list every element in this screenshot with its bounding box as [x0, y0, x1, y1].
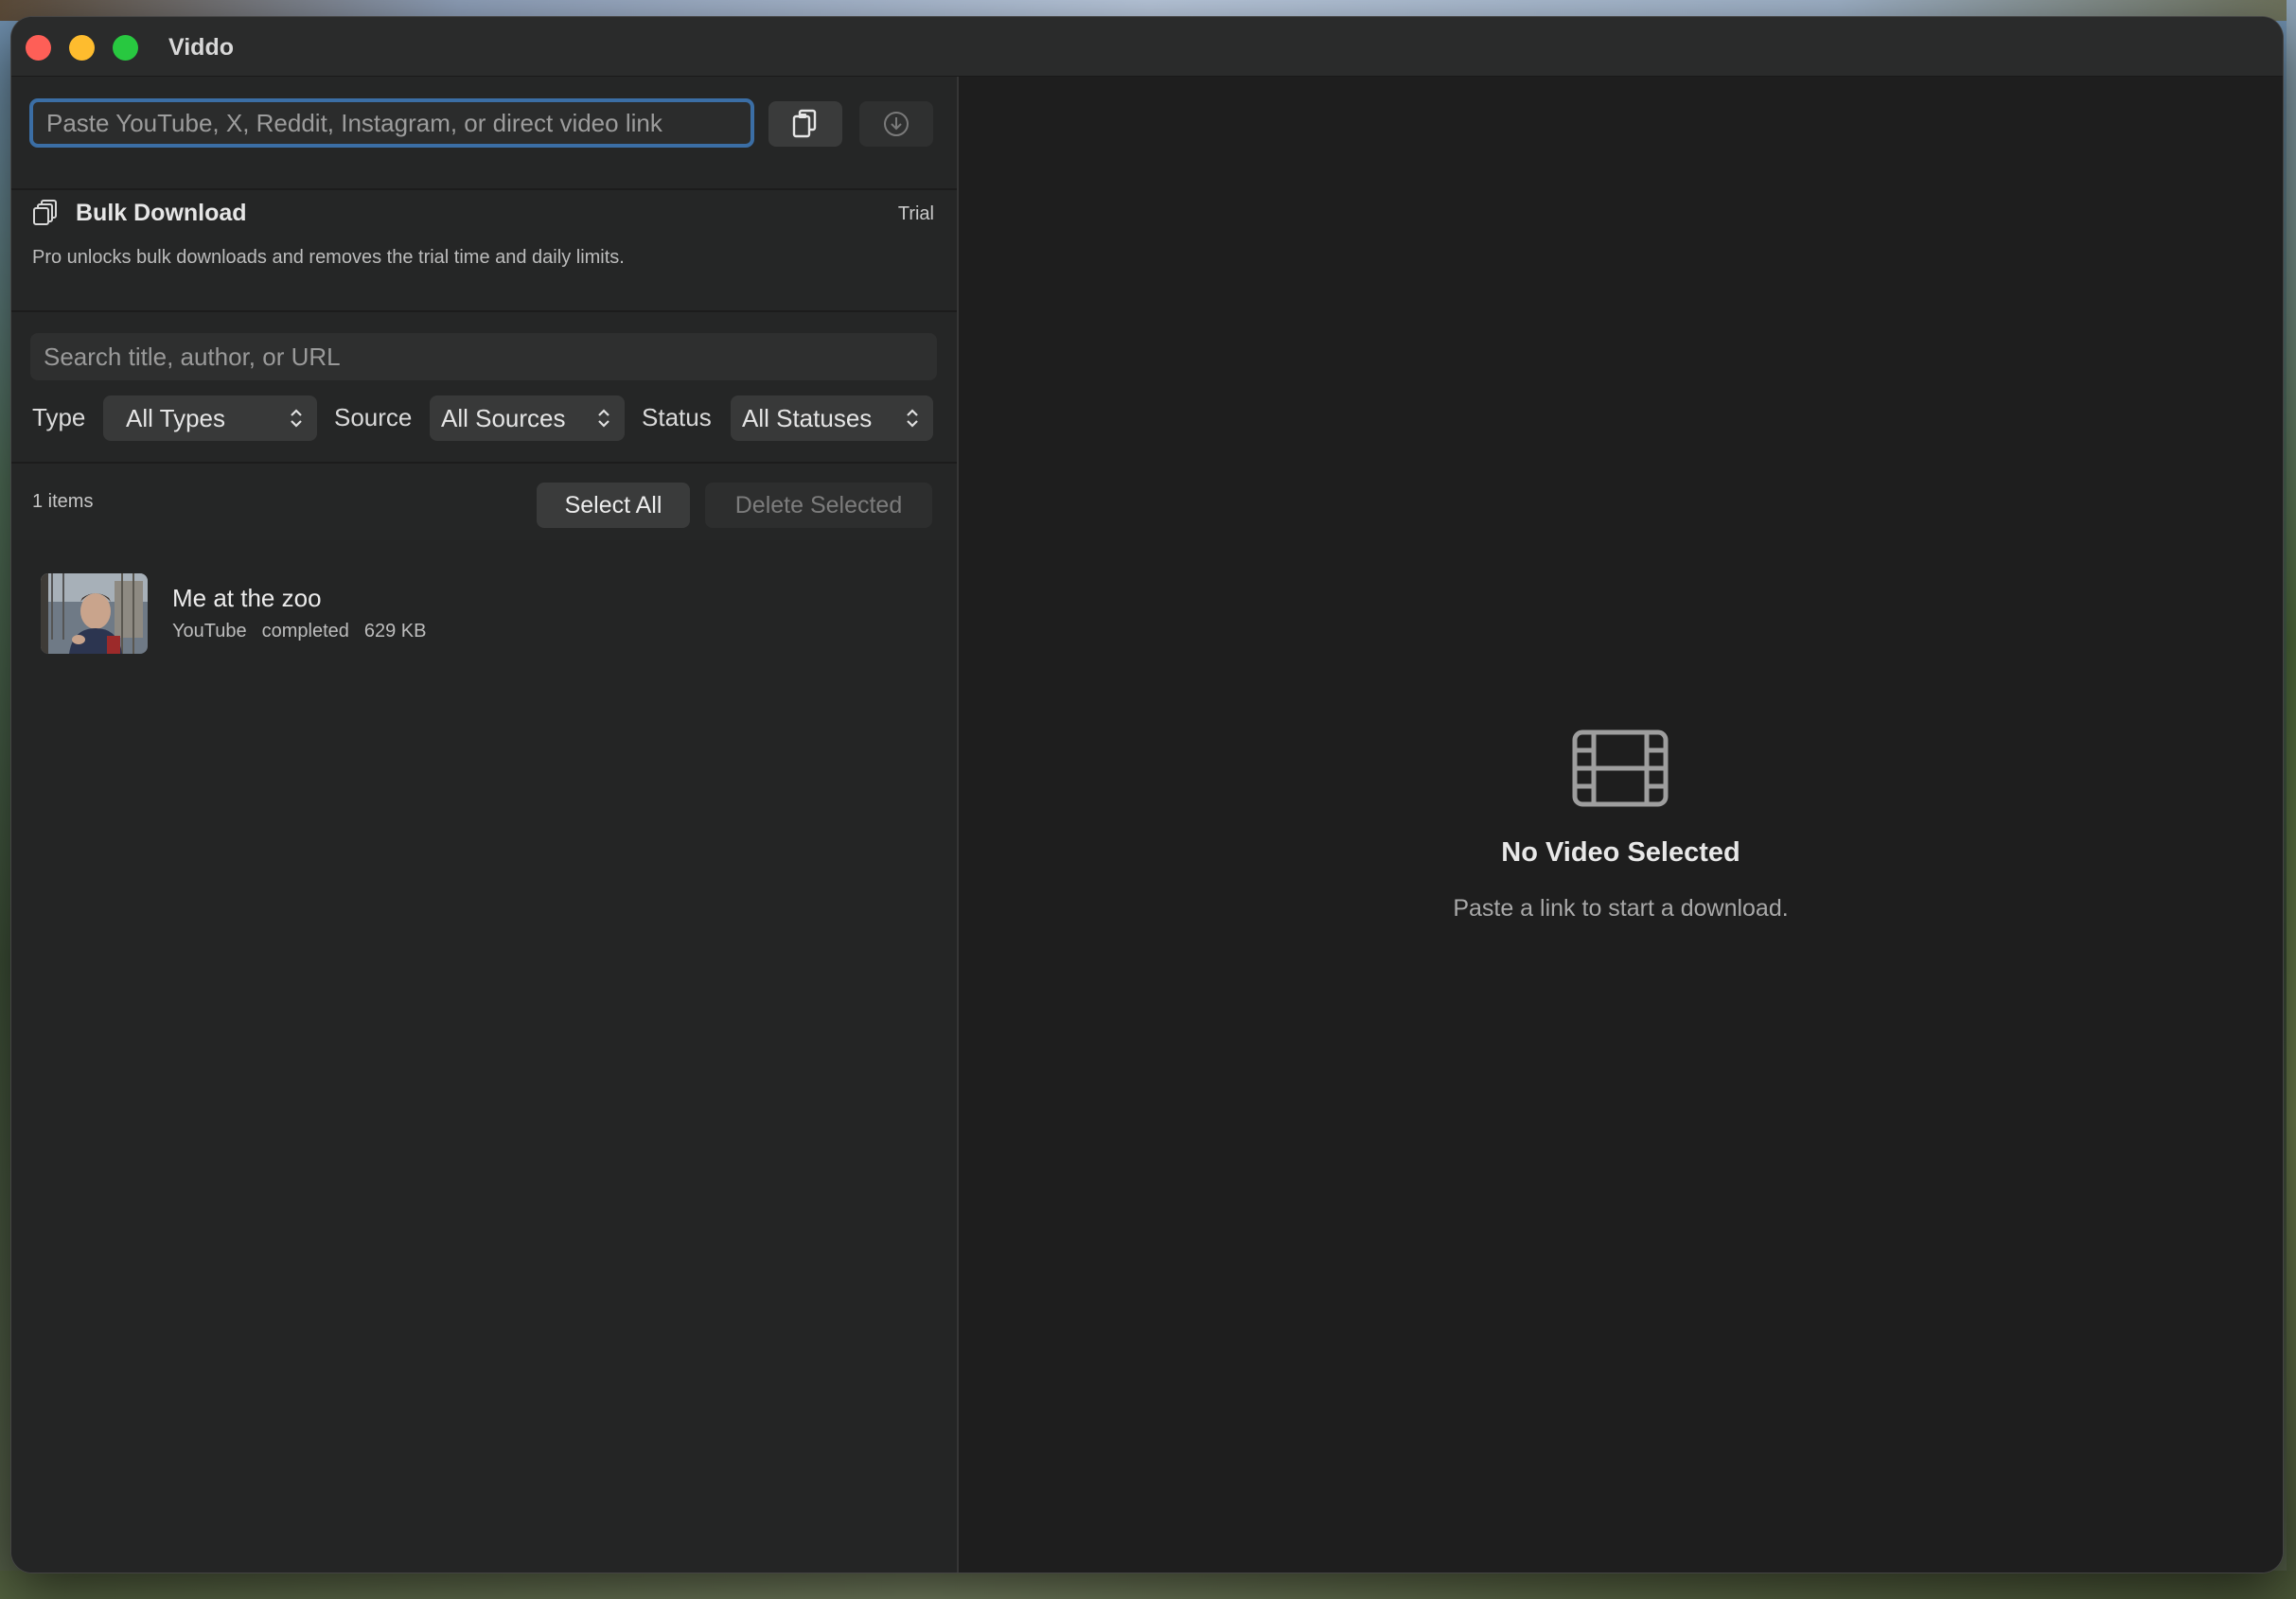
empty-state-title: No Video Selected — [1501, 837, 1740, 868]
list-item-title: Me at the zoo — [172, 584, 322, 612]
download-circle-icon — [884, 112, 909, 136]
divider — [11, 188, 957, 190]
list-item-source: YouTube — [172, 621, 247, 641]
select-all-button[interactable]: Select All — [537, 483, 690, 528]
list-item-status: completed — [261, 621, 349, 641]
video-thumbnail — [41, 573, 148, 654]
paste-button[interactable] — [768, 101, 842, 147]
titlebar: Viddo — [11, 17, 2283, 77]
stack-icon — [33, 200, 57, 225]
clipboard-paste-icon — [792, 109, 817, 138]
type-filter-label: Type — [32, 403, 86, 431]
sidebar: Bulk Download Trial Pro unlocks bulk dow… — [11, 77, 959, 1573]
delete-selected-button[interactable]: Delete Selected — [705, 483, 932, 528]
list-item-size: 629 KB — [363, 621, 427, 641]
chevron-updown-icon — [291, 409, 302, 428]
source-filter-select[interactable]: All Sources — [430, 395, 625, 441]
download-button[interactable] — [859, 101, 933, 147]
empty-state-subtitle: Paste a link to start a download. — [1453, 895, 1789, 922]
minimize-window-button[interactable] — [69, 35, 95, 61]
status-filter-label: Status — [642, 403, 712, 431]
status-filter-value: All Statuses — [742, 403, 873, 432]
zoom-window-button[interactable] — [113, 35, 138, 61]
bulk-description: Pro unlocks bulk downloads and removes t… — [32, 247, 625, 268]
window-title: Viddo — [168, 34, 234, 61]
desktop-wallpaper-right — [2287, 0, 2296, 1599]
divider — [11, 462, 957, 464]
list-item-meta: YouTube completed 629 KB — [172, 621, 426, 642]
app-window: Viddo Bulk Download Trial Pro unlock — [11, 17, 2283, 1573]
close-window-button[interactable] — [26, 35, 51, 61]
bulk-download-title: Bulk Download — [76, 200, 247, 226]
trial-badge: Trial — [897, 203, 934, 224]
source-filter-value: All Sources — [441, 403, 566, 432]
search-input[interactable] — [30, 333, 937, 380]
download-list — [11, 540, 957, 1573]
item-count: 1 items — [32, 491, 94, 512]
type-filter-select[interactable]: All Types — [103, 395, 317, 441]
film-icon — [1572, 729, 1669, 807]
desktop-wallpaper-bottom — [0, 1571, 2296, 1599]
detail-pane: No Video Selected Paste a link to start … — [959, 77, 2283, 1573]
type-filter-value: All Types — [126, 403, 226, 432]
divider — [11, 310, 957, 312]
chevron-updown-icon — [598, 409, 609, 428]
video-url-input[interactable] — [29, 98, 754, 148]
chevron-updown-icon — [907, 409, 918, 428]
source-filter-label: Source — [334, 403, 413, 431]
status-filter-select[interactable]: All Statuses — [731, 395, 933, 441]
